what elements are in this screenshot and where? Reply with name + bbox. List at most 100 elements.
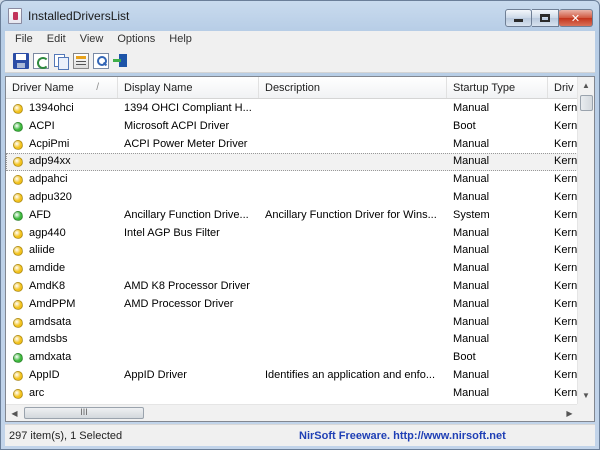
status-stopped-icon	[13, 317, 23, 328]
column-startup-type[interactable]: Startup Type	[447, 77, 548, 98]
status-running-icon	[13, 121, 23, 132]
table-row[interactable]: arc Manual Kern	[6, 385, 578, 403]
cell-startup-type: Manual	[453, 173, 490, 186]
driver-name-text: amdsata	[29, 315, 72, 328]
driver-name-text: AppID	[29, 368, 60, 381]
cell-display-name: Microsoft ACPI Driver	[124, 119, 230, 132]
menu-options[interactable]: Options	[111, 31, 163, 49]
maximize-button[interactable]	[532, 9, 559, 27]
cell-driver-name: aliide	[6, 242, 118, 260]
cell-startup-type: Manual	[453, 244, 490, 257]
close-button[interactable]: ✕	[559, 9, 593, 27]
driver-name-text: amdide	[29, 262, 66, 275]
status-stopped-icon	[13, 228, 23, 239]
scroll-right-icon[interactable]: ▶	[561, 405, 578, 421]
table-row[interactable]: 1394ohci 1394 OHCI Compliant H... Manual Ke…	[6, 100, 578, 118]
cell-driver-type: Kern	[554, 262, 578, 275]
menu-view[interactable]: View	[74, 31, 112, 49]
find-icon[interactable]	[93, 52, 109, 69]
cell-display-name: AMD Processor Driver	[124, 297, 234, 310]
status-bar: 297 item(s), 1 Selected NirSoft Freeware…	[5, 424, 595, 446]
exit-icon[interactable]	[113, 53, 129, 69]
save-icon[interactable]	[13, 52, 29, 69]
cell-driver-name: amdsata	[6, 314, 118, 332]
vertical-scrollbar[interactable]: ▲ ▼	[577, 77, 594, 404]
menu-edit[interactable]: Edit	[41, 31, 74, 49]
minimize-button[interactable]	[505, 9, 532, 27]
cell-driver-type: Kern	[554, 333, 578, 346]
driver-name-text: AmdK8	[29, 279, 66, 292]
table-row[interactable]: adp94xx Manual Kern	[6, 153, 578, 172]
scroll-up-icon[interactable]: ▲	[578, 77, 594, 94]
cell-description	[259, 136, 447, 154]
cell-startup-type: Boot	[453, 119, 476, 132]
properties-icon[interactable]	[73, 52, 89, 69]
status-stopped-icon	[13, 264, 23, 275]
table-row[interactable]: adpahci Manual Kern	[6, 171, 578, 189]
cell-startup-type: Manual	[453, 333, 490, 346]
nirsoft-link[interactable]: NirSoft Freeware. http://www.nirsoft.net	[285, 430, 506, 442]
cell-display-name	[118, 314, 259, 332]
status-running-icon	[13, 353, 23, 364]
cell-driver-type: Kern	[554, 297, 578, 310]
table-row[interactable]: amdsbs Manual Kern	[6, 331, 578, 349]
cell-description	[259, 314, 447, 332]
table-row[interactable]: ACPI Microsoft ACPI Driver Boot Kern	[6, 118, 578, 136]
cell-startup-type: Manual	[453, 102, 490, 114]
status-stopped-icon	[13, 246, 23, 257]
cell-startup-type: Manual	[453, 262, 490, 275]
column-driver-name[interactable]: Driver Name /	[6, 77, 118, 98]
table-row[interactable]: amdide Manual Kern	[6, 260, 578, 278]
status-stopped-icon	[13, 104, 23, 114]
cell-description	[259, 153, 447, 171]
cell-display-name	[118, 171, 259, 189]
cell-description	[259, 296, 447, 314]
vertical-scroll-thumb[interactable]	[580, 95, 593, 111]
refresh-icon[interactable]	[33, 52, 49, 69]
table-row[interactable]: aliide Manual Kern	[6, 242, 578, 260]
horizontal-scroll-thumb[interactable]: III	[24, 407, 144, 419]
driver-name-text: ACPI	[29, 119, 55, 132]
cell-description: Ancillary Function Driver for Wins...	[265, 208, 437, 221]
cell-driver-name: arc	[6, 385, 118, 403]
cell-description	[259, 100, 447, 118]
column-driver-type[interactable]: Driv	[548, 77, 578, 98]
table-row[interactable]: AcpiPmi ACPI Power Meter Driver Manual Kern	[6, 136, 578, 154]
cell-description: Identifies an application and enfo...	[265, 368, 436, 381]
table-row[interactable]: amdsata Manual Kern	[6, 314, 578, 332]
driver-name-text: adpu320	[29, 190, 72, 203]
status-stopped-icon	[13, 175, 23, 186]
table-row[interactable]: AmdPPM AMD Processor Driver Manual Kern	[6, 296, 578, 314]
table-row[interactable]: agp440 Intel AGP Bus Filter Manual Kern	[6, 225, 578, 243]
horizontal-scrollbar[interactable]: ◀ III ▶	[6, 404, 578, 421]
table-row[interactable]: amdxata Boot Kern	[6, 349, 578, 367]
drivers-list[interactable]: Driver Name / Display Name Description S…	[5, 76, 595, 422]
table-row[interactable]: adpu320 Manual Kern	[6, 189, 578, 207]
cell-startup-type: Manual	[453, 368, 490, 381]
column-description[interactable]: Description	[259, 77, 447, 98]
table-row[interactable]: AppID AppID Driver Identifies an applicati…	[6, 367, 578, 385]
cell-display-name	[118, 260, 259, 278]
driver-name-text: agp440	[29, 226, 66, 239]
menu-help[interactable]: Help	[163, 31, 200, 49]
driver-name-text: 1394ohci	[29, 102, 74, 114]
cell-startup-type: Manual	[453, 155, 490, 168]
table-row[interactable]: AFD Ancillary Function Drive... Ancillary …	[6, 207, 578, 225]
cell-startup-type: Boot	[453, 351, 476, 364]
copy-icon[interactable]	[53, 53, 69, 70]
column-label: Driver Name	[12, 82, 74, 94]
menu-file[interactable]: File	[9, 31, 41, 49]
column-display-name[interactable]: Display Name	[118, 77, 259, 98]
cell-driver-type: Kern	[554, 279, 578, 292]
title-bar[interactable]: InstalledDriversList ✕	[1, 1, 599, 31]
driver-name-text: AcpiPmi	[29, 137, 70, 150]
item-count: 297 item(s), 1 Selected	[9, 429, 123, 442]
cell-startup-type: Manual	[453, 386, 490, 399]
scroll-left-icon[interactable]: ◀	[6, 405, 23, 421]
cell-description	[259, 278, 447, 296]
minimize-icon	[514, 19, 523, 22]
cell-startup-type: Manual	[453, 226, 490, 239]
cell-driver-name: amdide	[6, 260, 118, 278]
scroll-down-icon[interactable]: ▼	[578, 387, 594, 404]
table-row[interactable]: AmdK8 AMD K8 Processor Driver Manual Kern	[6, 278, 578, 296]
